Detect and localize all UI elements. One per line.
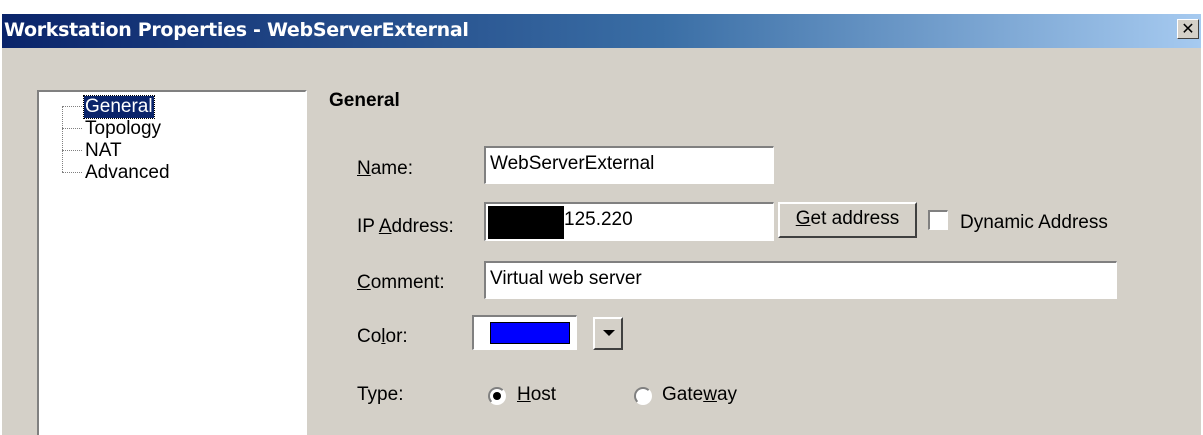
color-swatch — [490, 322, 570, 344]
close-button[interactable]: ✕ — [1177, 19, 1199, 39]
ip-address-field[interactable]: 125.220 — [484, 202, 774, 241]
tree-item-label: Advanced — [85, 162, 170, 183]
radio-host-label: Host — [517, 384, 557, 405]
color-picker[interactable] — [472, 315, 577, 350]
comment-field[interactable]: Virtual web server — [484, 261, 1117, 299]
name-field[interactable]: WebServerExternal — [484, 146, 774, 184]
comment-value: Virtual web server — [490, 268, 642, 289]
type-label: Type: — [357, 384, 404, 405]
comment-label: Comment: — [357, 272, 445, 293]
get-address-button[interactable]: Get address — [778, 202, 917, 238]
dynamic-address-checkbox[interactable] — [928, 210, 948, 230]
chevron-down-icon — [603, 330, 615, 336]
section-title: General — [329, 90, 400, 111]
category-tree[interactable]: General Topology NAT Advanced — [37, 90, 307, 435]
ip-address-label: IP Address: — [357, 216, 454, 237]
radio-gateway-label: Gateway — [662, 384, 738, 405]
color-label: Color: — [357, 326, 408, 347]
tree-item-label: Topology — [85, 118, 162, 139]
title-bar[interactable]: Workstation Properties - WebServerExtern… — [2, 14, 1201, 48]
tree-connector-line — [62, 106, 63, 172]
name-label: Name: — [357, 158, 413, 179]
redaction-block — [488, 206, 564, 239]
radio-host[interactable] — [488, 387, 506, 405]
tree-item-label: NAT — [85, 140, 122, 161]
ip-address-visible-part: 125.220 — [564, 209, 633, 230]
properties-dialog: Workstation Properties - WebServerExtern… — [2, 14, 1201, 435]
close-icon: ✕ — [1181, 19, 1195, 38]
name-value: WebServerExternal — [490, 153, 655, 174]
tree-item-label: General — [83, 95, 155, 119]
color-dropdown-button[interactable] — [593, 317, 623, 350]
dynamic-address-label: Dynamic Address — [960, 212, 1108, 233]
radio-gateway[interactable] — [634, 387, 652, 405]
radio-selected-dot — [493, 392, 501, 400]
window-title: Workstation Properties - WebServerExtern… — [4, 19, 469, 41]
